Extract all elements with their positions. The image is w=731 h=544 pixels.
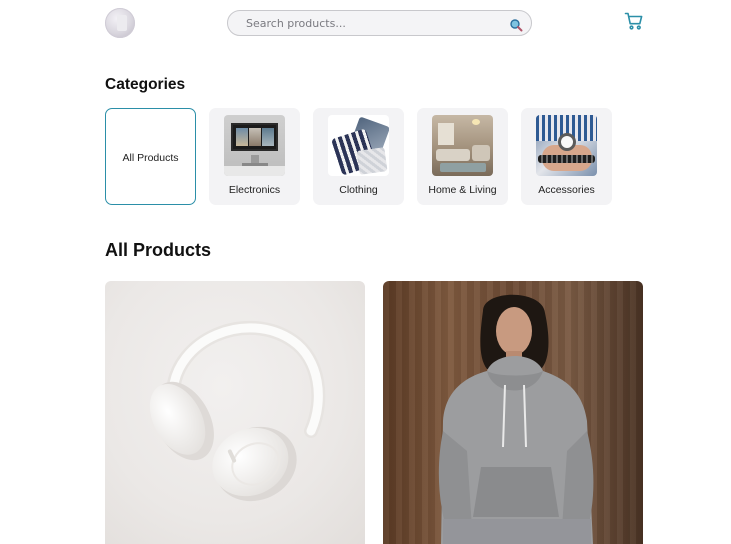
category-electronics[interactable]: Electronics [209, 108, 300, 205]
store-logo-icon[interactable] [105, 8, 135, 38]
category-list: All Products Electronics Clothing Home &… [105, 108, 612, 205]
category-label: Electronics [228, 184, 281, 196]
white-headphones-photo [149, 320, 326, 502]
grey-hoodie-model-photo [438, 294, 594, 544]
category-label: Clothing [339, 184, 378, 196]
all-products-title: All Products [105, 240, 212, 260]
category-label: All Products [122, 152, 179, 164]
search-input[interactable] [246, 15, 496, 31]
electronics-thumbnail [224, 115, 285, 176]
categories-title: Categories [105, 76, 186, 93]
category-home-living[interactable]: Home & Living [417, 108, 508, 205]
clothing-thumbnail [328, 115, 389, 176]
category-label: Home & Living [428, 184, 497, 196]
cart-icon[interactable] [624, 11, 644, 31]
header [0, 0, 731, 46]
accessories-thumbnail [536, 115, 597, 176]
category-clothing[interactable]: Clothing [313, 108, 404, 205]
search-bar [227, 10, 532, 36]
category-label: Accessories [538, 184, 595, 196]
home-living-thumbnail [432, 115, 493, 176]
search-icon[interactable] [509, 17, 523, 32]
category-all-products[interactable]: All Products [105, 108, 196, 205]
category-accessories[interactable]: Accessories [521, 108, 612, 205]
product-card-headphones[interactable] [105, 281, 365, 544]
product-card-hoodie[interactable] [383, 281, 643, 544]
